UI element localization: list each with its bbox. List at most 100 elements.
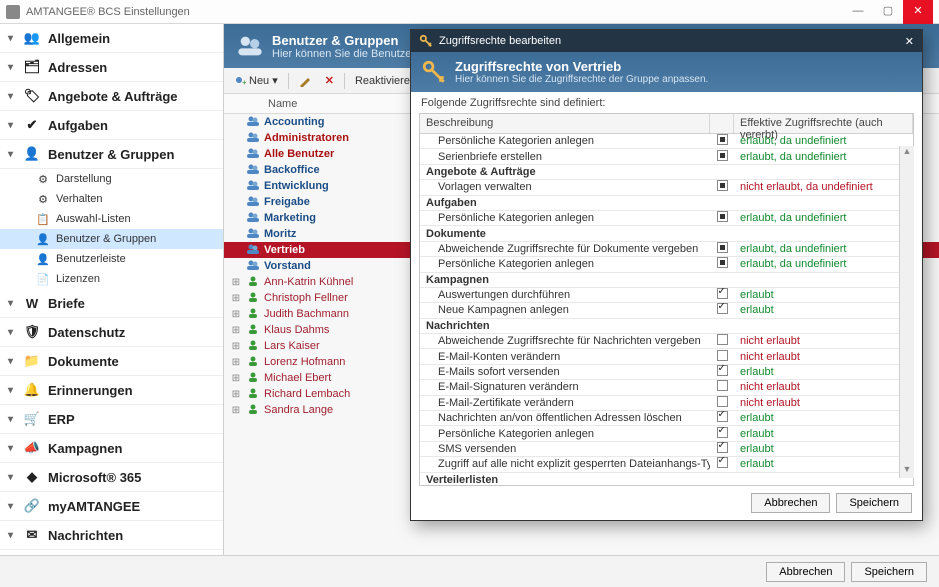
sidebar-cat-label: Aufgaben (48, 118, 108, 133)
expand-icon[interactable]: ⊞ (230, 373, 242, 384)
expand-icon[interactable]: ⊞ (230, 405, 242, 416)
perm-label: Zugriff auf alle nicht explizit gesperrt… (420, 458, 710, 470)
perm-row[interactable]: Nachrichten an/von öffentlichen Adressen… (420, 411, 913, 426)
group-icon (246, 195, 260, 207)
main-cancel-button[interactable]: Abbrechen (766, 562, 845, 582)
sidebar-sub[interactable]: 👤Benutzer & Gruppen (0, 229, 223, 249)
dialog-scrollbar[interactable]: ▲ ▼ (899, 146, 914, 478)
sidebar-cat[interactable]: ▾WBriefe (0, 289, 223, 318)
maximize-button[interactable]: ▢ (873, 0, 903, 24)
sidebar-cat[interactable]: ▾👤Benutzer & Gruppen (0, 140, 223, 169)
perm-checkbox[interactable] (717, 457, 728, 468)
sidebar-sub[interactable]: 👤Benutzerleiste (0, 249, 223, 269)
sidebar-cat[interactable]: ▾✔Aufgaben (0, 111, 223, 140)
sidebar-cat-label: Erinnerungen (48, 383, 133, 398)
expand-icon[interactable]: ⊞ (230, 389, 242, 400)
perm-row[interactable]: Vorlagen verwaltennicht erlaubt, da unde… (420, 180, 913, 195)
group-icon (246, 163, 260, 175)
sidebar-sub[interactable]: 📄Lizenzen (0, 269, 223, 289)
sidebar-cat[interactable]: ▾📁Dokumente (0, 347, 223, 376)
perm-checkbox[interactable] (717, 396, 728, 407)
sidebar-sub[interactable]: ⚙Verhalten (0, 189, 223, 209)
perm-checkbox[interactable] (717, 211, 728, 222)
chevron-down-icon: ▾ (8, 414, 22, 425)
perm-row[interactable]: E-Mail-Zertifikate verändernnicht erlaub… (420, 396, 913, 411)
perm-row[interactable]: Persönliche Kategorien anlegenerlaubt, d… (420, 211, 913, 226)
edit-button[interactable] (295, 73, 315, 89)
key-icon (421, 59, 447, 85)
sidebar-cat[interactable]: ▾🛡Datenschutz (0, 318, 223, 347)
sidebar-cat[interactable]: ▾🗂Adressen (0, 53, 223, 82)
close-button[interactable]: ✕ (903, 0, 933, 24)
perm-row[interactable]: Persönliche Kategorien anlegenerlaubt, d… (420, 134, 913, 149)
perm-checkbox[interactable] (717, 442, 728, 453)
sidebar-cat[interactable]: ▾👥Allgemein (0, 24, 223, 53)
expand-icon[interactable]: ⊞ (230, 341, 242, 352)
key-icon (419, 34, 433, 48)
perm-row[interactable]: E-Mail-Signaturen verändernnicht erlaubt (420, 380, 913, 395)
minimize-button[interactable]: — (843, 0, 873, 24)
sidebar-cat-label: Microsoft® 365 (48, 470, 141, 485)
main-titlebar: AMTANGEE® BCS Einstellungen — ▢ ✕ (0, 0, 939, 24)
perm-label: Persönliche Kategorien anlegen (420, 212, 710, 224)
sidebar-cat[interactable]: ▾✉Nachrichten (0, 521, 223, 550)
perm-checkbox[interactable] (717, 411, 728, 422)
expand-icon[interactable]: ⊞ (230, 277, 242, 288)
perm-row[interactable]: Abweichende Zugriffsrechte für Dokumente… (420, 242, 913, 257)
perm-row[interactable]: Persönliche Kategorien anlegenerlaubt (420, 426, 913, 441)
new-button[interactable]: + Neu ▾ (230, 72, 282, 89)
perm-row[interactable]: Serienbriefe erstellenerlaubt, da undefi… (420, 149, 913, 164)
sidebar-sub[interactable]: 📋Auswahl-Listen (0, 209, 223, 229)
perm-row[interactable]: E-Mails sofort versendenerlaubt (420, 365, 913, 380)
perm-row[interactable]: SMS versendenerlaubt (420, 442, 913, 457)
perm-checkbox[interactable] (717, 365, 728, 376)
perm-checkbox[interactable] (717, 288, 728, 299)
sidebar-cat[interactable]: ▾🔔Erinnerungen (0, 376, 223, 405)
perm-checkbox[interactable] (717, 380, 728, 391)
perm-label: Abweichende Zugriffsrechte für Dokumente… (420, 243, 710, 255)
main-footer: Abbrechen Speichern (0, 555, 939, 587)
group-icon (246, 243, 260, 255)
expand-icon[interactable]: ⊞ (230, 293, 242, 304)
sidebar-cat[interactable]: ▾📣Kampagnen (0, 434, 223, 463)
perm-checkbox[interactable] (717, 150, 728, 161)
sidebar-cat-label: Nachrichten (48, 528, 123, 543)
card-icon: 🗂 (22, 59, 42, 75)
dialog-close-button[interactable]: ✕ (905, 35, 914, 48)
sidebar-cat[interactable]: ▾◆Microsoft® 365 (0, 463, 223, 492)
perm-label: Persönliche Kategorien anlegen (420, 258, 710, 270)
perm-row[interactable]: Abweichende Zugriffsrechte für Nachricht… (420, 334, 913, 349)
perm-checkbox[interactable] (717, 134, 728, 145)
sidebar-cat[interactable]: ▾🏷Angebote & Aufträge (0, 82, 223, 111)
perm-row[interactable]: E-Mail-Konten verändernnicht erlaubt (420, 349, 913, 364)
perm-row[interactable]: Persönliche Kategorien anlegenerlaubt, d… (420, 257, 913, 272)
dialog-save-button[interactable]: Speichern (836, 493, 912, 513)
perm-effective: erlaubt, da undefiniert (734, 243, 913, 255)
perm-row[interactable]: Neue Kampagnen anlegenerlaubt (420, 303, 913, 318)
expand-icon[interactable]: ⊞ (230, 357, 242, 368)
expand-icon[interactable]: ⊞ (230, 309, 242, 320)
main-save-button[interactable]: Speichern (851, 562, 927, 582)
person-icon (246, 275, 260, 287)
perm-checkbox[interactable] (717, 350, 728, 361)
perm-checkbox[interactable] (717, 242, 728, 253)
chevron-down-icon: ▾ (8, 501, 22, 512)
perm-row[interactable]: Auswertungen durchführenerlaubt (420, 288, 913, 303)
perm-checkbox[interactable] (717, 303, 728, 314)
perm-checkbox[interactable] (717, 334, 728, 345)
bell-icon: 🔔 (22, 382, 42, 398)
sidebar-cat[interactable]: ▾🔗myAMTANGEE (0, 492, 223, 521)
delete-button[interactable]: ✕ (321, 72, 338, 89)
dialog-cancel-button[interactable]: Abbrechen (751, 493, 830, 513)
perm-checkbox[interactable] (717, 257, 728, 268)
sidebar-sub-label: Darstellung (56, 173, 112, 185)
perm-checkbox[interactable] (717, 427, 728, 438)
col-effective[interactable]: Effektive Zugriffsrechte (auch vererbt) (734, 114, 913, 133)
perm-checkbox[interactable] (717, 180, 728, 191)
sidebar-sub-label: Benutzer & Gruppen (56, 233, 156, 245)
sidebar-cat[interactable]: ▾🛒ERP (0, 405, 223, 434)
perm-row[interactable]: Zugriff auf alle nicht explizit gesperrt… (420, 457, 913, 472)
sidebar-sub[interactable]: ⚙Darstellung (0, 169, 223, 189)
col-description[interactable]: Beschreibung (420, 114, 710, 133)
expand-icon[interactable]: ⊞ (230, 325, 242, 336)
